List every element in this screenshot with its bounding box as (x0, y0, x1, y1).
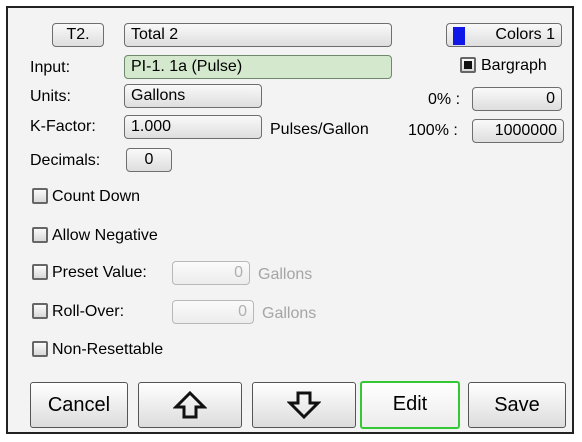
name-field[interactable]: Total 2 (124, 23, 392, 47)
arrow-down-icon (287, 391, 321, 420)
non-resettable-checkbox[interactable] (32, 341, 48, 357)
allow-negative-label: Allow Negative (52, 227, 158, 244)
decimals-label: Decimals: (30, 152, 101, 169)
cancel-button[interactable]: Cancel (30, 382, 128, 428)
roll-over-checkbox[interactable] (32, 303, 48, 319)
units-label: Units: (30, 88, 71, 105)
roll-over-label: Roll-Over: (52, 303, 125, 320)
roll-over-field[interactable]: 0 (172, 300, 254, 324)
units-field[interactable]: Gallons (124, 84, 262, 108)
count-down-label: Count Down (52, 188, 141, 205)
move-up-button[interactable] (138, 382, 242, 428)
tag-button[interactable]: T2. (52, 23, 104, 47)
kfactor-field[interactable]: 1.000 (124, 115, 262, 139)
colors-button-label: Colors 1 (495, 26, 555, 43)
zero-percent-field[interactable]: 0 (472, 87, 562, 111)
decimals-field[interactable]: 0 (126, 148, 172, 172)
preset-value-label: Preset Value: (52, 264, 147, 281)
roll-over-unit: Gallons (262, 305, 317, 322)
preset-value-checkbox[interactable] (32, 264, 48, 280)
non-resettable-label: Non-Resettable (52, 341, 164, 358)
full-percent-label: 100% : (408, 122, 458, 139)
kfactor-label: K-Factor: (30, 118, 96, 135)
input-label: Input: (30, 59, 71, 76)
preset-value-field[interactable]: 0 (172, 261, 250, 285)
full-percent-field[interactable]: 1000000 (472, 119, 564, 143)
input-source-field[interactable]: PI-1. 1a (Pulse) (124, 55, 392, 79)
count-down-checkbox[interactable] (32, 188, 48, 204)
move-down-button[interactable] (252, 382, 356, 428)
kfactor-unit-label: Pulses/Gallon (270, 121, 369, 138)
bargraph-checkbox[interactable] (460, 57, 476, 73)
arrow-up-icon (173, 390, 207, 419)
bargraph-label: Bargraph (481, 57, 547, 74)
colors-button[interactable]: Colors 1 (446, 23, 562, 47)
edit-button[interactable]: Edit (360, 381, 460, 429)
zero-percent-label: 0% : (428, 91, 461, 108)
preset-value-unit: Gallons (258, 266, 313, 283)
save-button[interactable]: Save (468, 382, 566, 428)
color-swatch (453, 27, 465, 45)
allow-negative-checkbox[interactable] (32, 227, 48, 243)
totalizer-setup-panel: T2. Total 2 Colors 1 Input: PI-1. 1a (Pu… (6, 6, 574, 434)
